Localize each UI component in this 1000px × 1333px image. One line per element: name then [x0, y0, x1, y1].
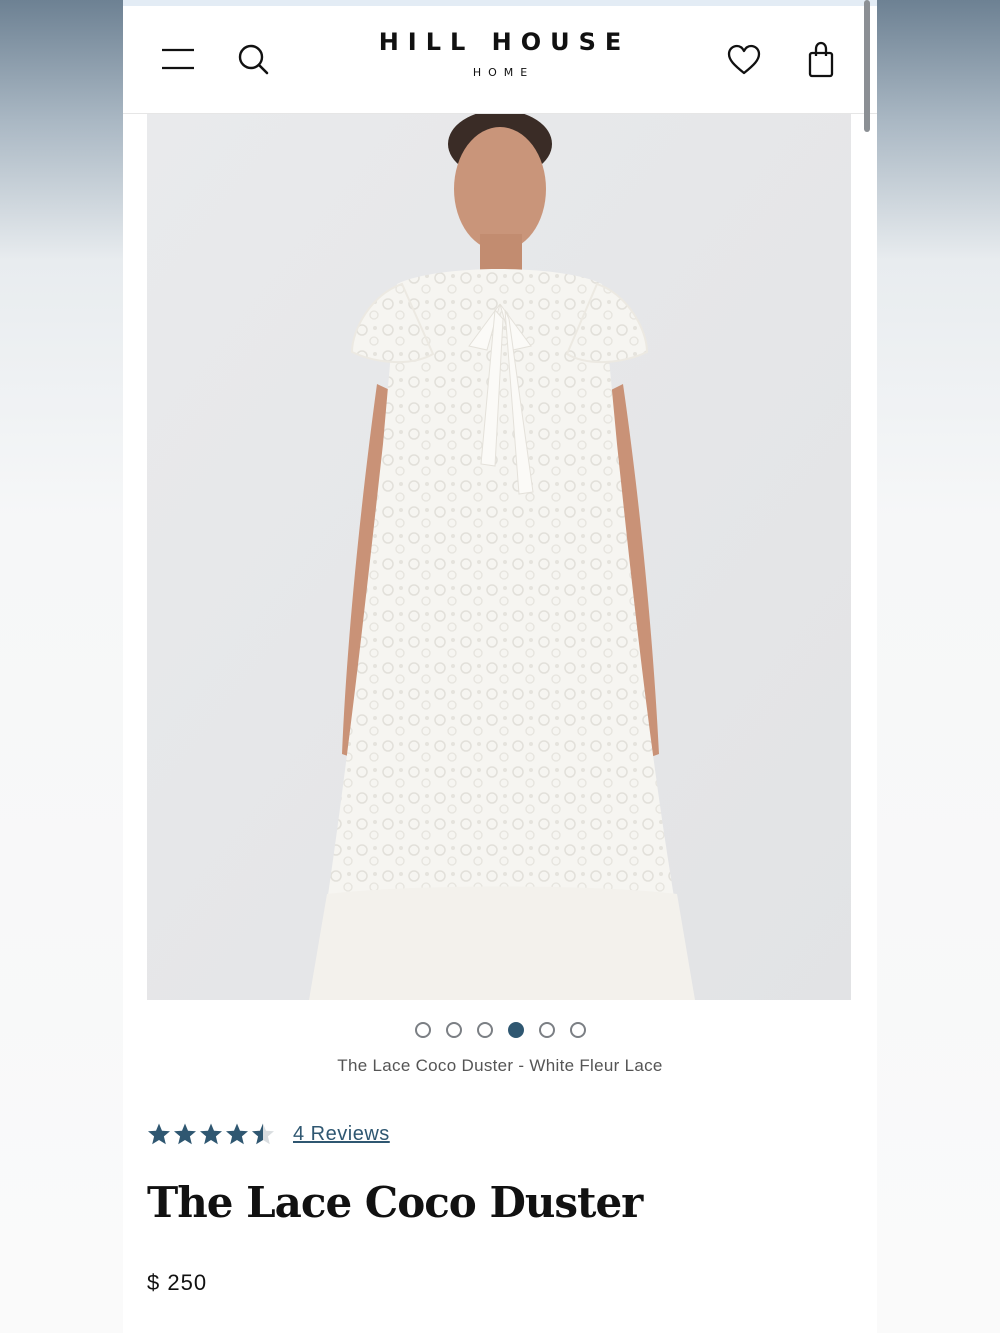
product-rating: 4 Reviews [147, 1122, 390, 1146]
heart-icon[interactable] [726, 44, 762, 76]
product-price: $ 250 [147, 1270, 208, 1295]
carousel-dot-active[interactable] [507, 1022, 524, 1038]
carousel-dots [123, 1022, 877, 1038]
star-full-icon [174, 1123, 196, 1145]
image-caption: The Lace Coco Duster - White Fleur Lace [337, 1056, 663, 1075]
brand-logo[interactable]: HILL HOUSE HOME [123, 28, 877, 79]
star-full-icon [148, 1123, 170, 1145]
star-half-icon [252, 1123, 274, 1145]
brand-name: HILL HOUSE [378, 28, 631, 56]
brand-subtitle: HOME [472, 66, 535, 79]
product-page: HILL HOUSE HOME The Lace Coco Duster - W… [123, 0, 877, 1333]
carousel-dot[interactable] [445, 1022, 462, 1038]
carousel-dot[interactable] [538, 1022, 555, 1038]
star-full-icon [200, 1123, 222, 1145]
product-image[interactable] [147, 114, 851, 1000]
carousel-dot[interactable] [476, 1022, 493, 1038]
site-header: HILL HOUSE HOME [123, 6, 877, 114]
carousel-dot[interactable] [414, 1022, 431, 1038]
model-wearing-lace-duster [147, 114, 851, 1000]
star-rating [147, 1122, 275, 1146]
product-title: The Lace Coco Duster [147, 1178, 643, 1227]
carousel-dot[interactable] [569, 1022, 586, 1038]
reviews-link[interactable]: 4 Reviews [293, 1123, 390, 1146]
scrollbar[interactable] [864, 0, 870, 132]
star-full-icon [226, 1123, 248, 1145]
bag-icon[interactable] [806, 40, 836, 80]
